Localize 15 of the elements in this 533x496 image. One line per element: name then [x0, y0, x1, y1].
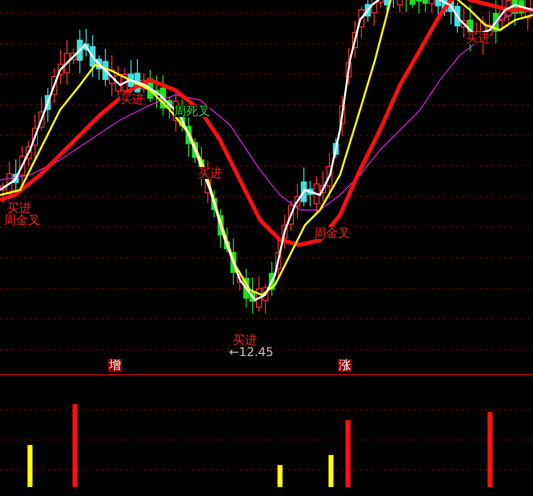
indicator-label: 涨 — [338, 359, 352, 372]
signal-label: 买进 — [466, 32, 490, 44]
price-label: ←12.45 — [229, 346, 274, 358]
signal-label: 买进 — [233, 334, 257, 346]
signal-label: 买进 — [120, 93, 144, 105]
signal-label: 买进 — [7, 202, 31, 214]
signal-label: 周死叉 — [174, 105, 210, 117]
signal-label: 买进 — [198, 167, 222, 179]
indicator-label: 增 — [108, 359, 122, 372]
volume-bar — [278, 465, 282, 487]
volume-bar — [328, 455, 334, 487]
volume-bar — [346, 420, 350, 487]
signal-label: 周金叉 — [314, 227, 350, 239]
volume-bar — [28, 445, 32, 487]
signal-label: 周金叉 — [4, 214, 40, 226]
